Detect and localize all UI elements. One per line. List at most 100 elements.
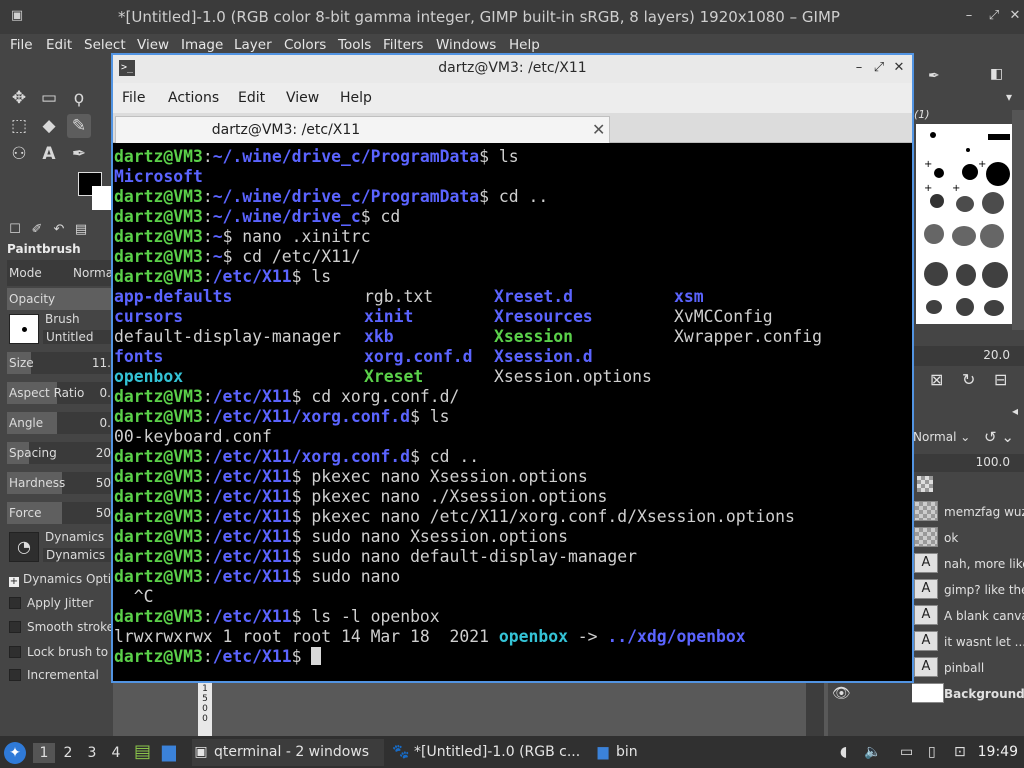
move-tool-icon[interactable]: ✥ — [7, 86, 31, 110]
apply-jitter-checkbox[interactable]: Apply Jitter — [9, 596, 93, 610]
gimp-canvas-area[interactable] — [113, 680, 828, 736]
spacing-slider[interactable]: Spacing 20 — [7, 442, 113, 464]
mode-select[interactable]: Norma — [73, 266, 113, 280]
transform-tool-icon[interactable]: ⬚ — [7, 114, 31, 138]
layer-row-background[interactable]: Background — [912, 681, 1024, 707]
volume-icon[interactable]: 🔈 — [864, 744, 881, 760]
gimp-menu-windows[interactable]: Windows — [436, 37, 496, 53]
minimize-icon[interactable]: – — [851, 60, 867, 76]
gimp-menu-file[interactable]: File — [10, 37, 33, 53]
task-bin-folder[interactable]: ▆ bin — [594, 739, 674, 766]
layer-row[interactable]: A pinball — [912, 655, 1024, 681]
gimp-menu-tools[interactable]: Tools — [338, 37, 371, 53]
workspace-1[interactable]: 1 — [33, 743, 55, 763]
paint-mode-icon[interactable]: ✒ — [928, 68, 940, 84]
terminal-menu-help[interactable]: Help — [340, 90, 372, 106]
open-brush-icon[interactable]: ⊟ — [994, 370, 1007, 389]
notification-icon[interactable]: ⊡ — [954, 744, 966, 760]
rect-select-tool-icon[interactable]: ▭ — [37, 86, 61, 110]
smooth-stroke-checkbox[interactable]: Smooth stroke — [9, 620, 114, 634]
gimp-menu-help[interactable]: Help — [509, 37, 540, 53]
lasso-tool-icon[interactable]: ϙ — [67, 86, 91, 110]
close-icon[interactable]: ✕ — [891, 60, 907, 76]
layer-row[interactable]: A it wasnt let ... — [912, 629, 1024, 655]
maximize-icon[interactable]: ⤢ — [987, 9, 1001, 23]
paintbrush-tool-icon[interactable]: ✎ — [67, 114, 91, 138]
workspace-4[interactable]: 4 — [105, 743, 127, 763]
color-picker-tool-icon[interactable]: ✒ — [67, 142, 91, 166]
gimp-menu-view[interactable]: View — [137, 37, 169, 53]
angle-slider[interactable]: Angle 0. — [7, 412, 113, 434]
network-icon[interactable]: ◖ — [840, 744, 847, 760]
clipboard-icon[interactable]: ▯ — [928, 744, 936, 760]
display-icon[interactable]: ▭ — [900, 744, 913, 760]
background-color-swatch[interactable] — [92, 186, 112, 210]
delete-brush-icon[interactable]: ⊠ — [930, 370, 943, 389]
restore-icon[interactable]: ⤢ — [871, 60, 887, 76]
layer-opacity-slider[interactable]: 100.0 — [912, 454, 1024, 472]
terminal-menu-edit[interactable]: Edit — [238, 90, 265, 106]
layer-row[interactable]: ok — [912, 525, 1024, 551]
task-qterminal[interactable]: ▣ qterminal - 2 windows — [192, 739, 384, 766]
task-gimp[interactable]: 🐾 *[Untitled]-1.0 (RGB c... — [392, 739, 588, 766]
show-desktop-icon[interactable]: ▤ — [134, 741, 151, 762]
layer-mode-reset-icon[interactable]: ↺ ⌄ — [984, 428, 1014, 446]
brushes-scrollbar[interactable] — [1012, 110, 1024, 330]
file-manager-launch-icon[interactable]: ▆ — [162, 741, 176, 762]
undo-history-tab-icon[interactable]: ↶ — [50, 222, 68, 240]
workspace-2[interactable]: 2 — [57, 743, 79, 763]
dynamics-select[interactable]: Dynamics — [43, 548, 111, 562]
force-slider[interactable]: Force 50 — [7, 502, 113, 524]
dynamics-icon[interactable]: ◔ — [9, 532, 39, 562]
minimize-icon[interactable]: – — [962, 9, 976, 23]
tab-close-icon[interactable]: ✕ — [592, 120, 605, 139]
canvas-vertical-scrollbar[interactable] — [806, 680, 824, 736]
hardness-slider[interactable]: Hardness 50 — [7, 472, 113, 494]
brush-preview[interactable] — [9, 314, 39, 344]
start-menu-icon[interactable]: ✦ — [4, 742, 26, 764]
layer-row[interactable]: A A blank canva — [912, 603, 1024, 629]
device-status-tab-icon[interactable]: ✐ — [28, 222, 46, 240]
gimp-menu-layer[interactable]: Layer — [234, 37, 272, 53]
terminal-titlebar[interactable]: >_ dartz@VM3: /etc/X11 – ⤢ ✕ — [113, 55, 912, 83]
bucket-fill-tool-icon[interactable]: ◆ — [37, 114, 61, 138]
dynamics-options-expander[interactable]: + Dynamics Opti — [9, 572, 111, 587]
text-tool-icon[interactable]: A — [37, 142, 61, 166]
terminal-menu-actions[interactable]: Actions — [168, 90, 219, 106]
gimp-menu-colors[interactable]: Colors — [284, 37, 326, 53]
terminal-menu-file[interactable]: File — [122, 90, 145, 106]
layer-row[interactable]: memzfag wuz — [912, 499, 1024, 525]
lock-brush-checkbox[interactable]: Lock brush to v — [9, 645, 119, 659]
dynamics-row[interactable]: ◔ Dynamics Dynamics — [7, 530, 113, 566]
dock-menu-chevron-icon[interactable]: ▾ — [1006, 90, 1012, 104]
tool-options-tab-icon[interactable]: ☐ — [6, 222, 24, 240]
terminal-menu-view[interactable]: View — [286, 90, 319, 106]
size-slider[interactable]: Size 11. — [7, 352, 113, 374]
brush-spacing-slider[interactable]: 20.0 — [912, 346, 1024, 366]
incremental-checkbox[interactable]: Incremental — [9, 668, 99, 682]
lock-alpha-icon[interactable] — [917, 476, 933, 492]
dock-menu-chevron-icon-2[interactable]: ◂ — [1012, 404, 1018, 418]
images-tab-icon[interactable]: ▤ — [72, 222, 90, 240]
dock-tab-icon[interactable]: ◧ — [990, 66, 1003, 82]
brush-row[interactable]: Brush Untitled — [7, 312, 113, 348]
mode-row[interactable]: Mode Norma — [7, 260, 113, 286]
brush-name-field[interactable]: Untitled — [43, 330, 111, 344]
terminal-tab[interactable]: dartz@VM3: /etc/X11 ✕ — [115, 116, 610, 143]
close-icon[interactable]: ✕ — [1008, 9, 1022, 23]
brushes-grid[interactable]: + + + + — [916, 124, 1012, 324]
aspect-ratio-slider[interactable]: Aspect Ratio 0. — [7, 382, 113, 404]
terminal-output[interactable]: dartz@VM3:~/.wine/drive_c/ProgramData$ l… — [114, 147, 910, 679]
layer-row[interactable]: A gimp? like the — [912, 577, 1024, 603]
gimp-menu-edit[interactable]: Edit — [46, 37, 72, 53]
gimp-menu-filters[interactable]: Filters — [383, 37, 423, 53]
eye-icon[interactable]: 👁 — [832, 684, 851, 702]
gimp-menu-select[interactable]: Select — [84, 37, 126, 53]
clone-tool-icon[interactable]: ⚇ — [7, 142, 31, 166]
workspace-3[interactable]: 3 — [81, 743, 103, 763]
gimp-menu-image[interactable]: Image — [181, 37, 223, 53]
layer-row[interactable]: A nah, more like — [912, 551, 1024, 577]
layer-mode-select[interactable]: Normal ⌄ — [913, 430, 970, 444]
opacity-slider[interactable]: Opacity — [7, 288, 113, 310]
refresh-brushes-icon[interactable]: ↻ — [962, 370, 975, 389]
